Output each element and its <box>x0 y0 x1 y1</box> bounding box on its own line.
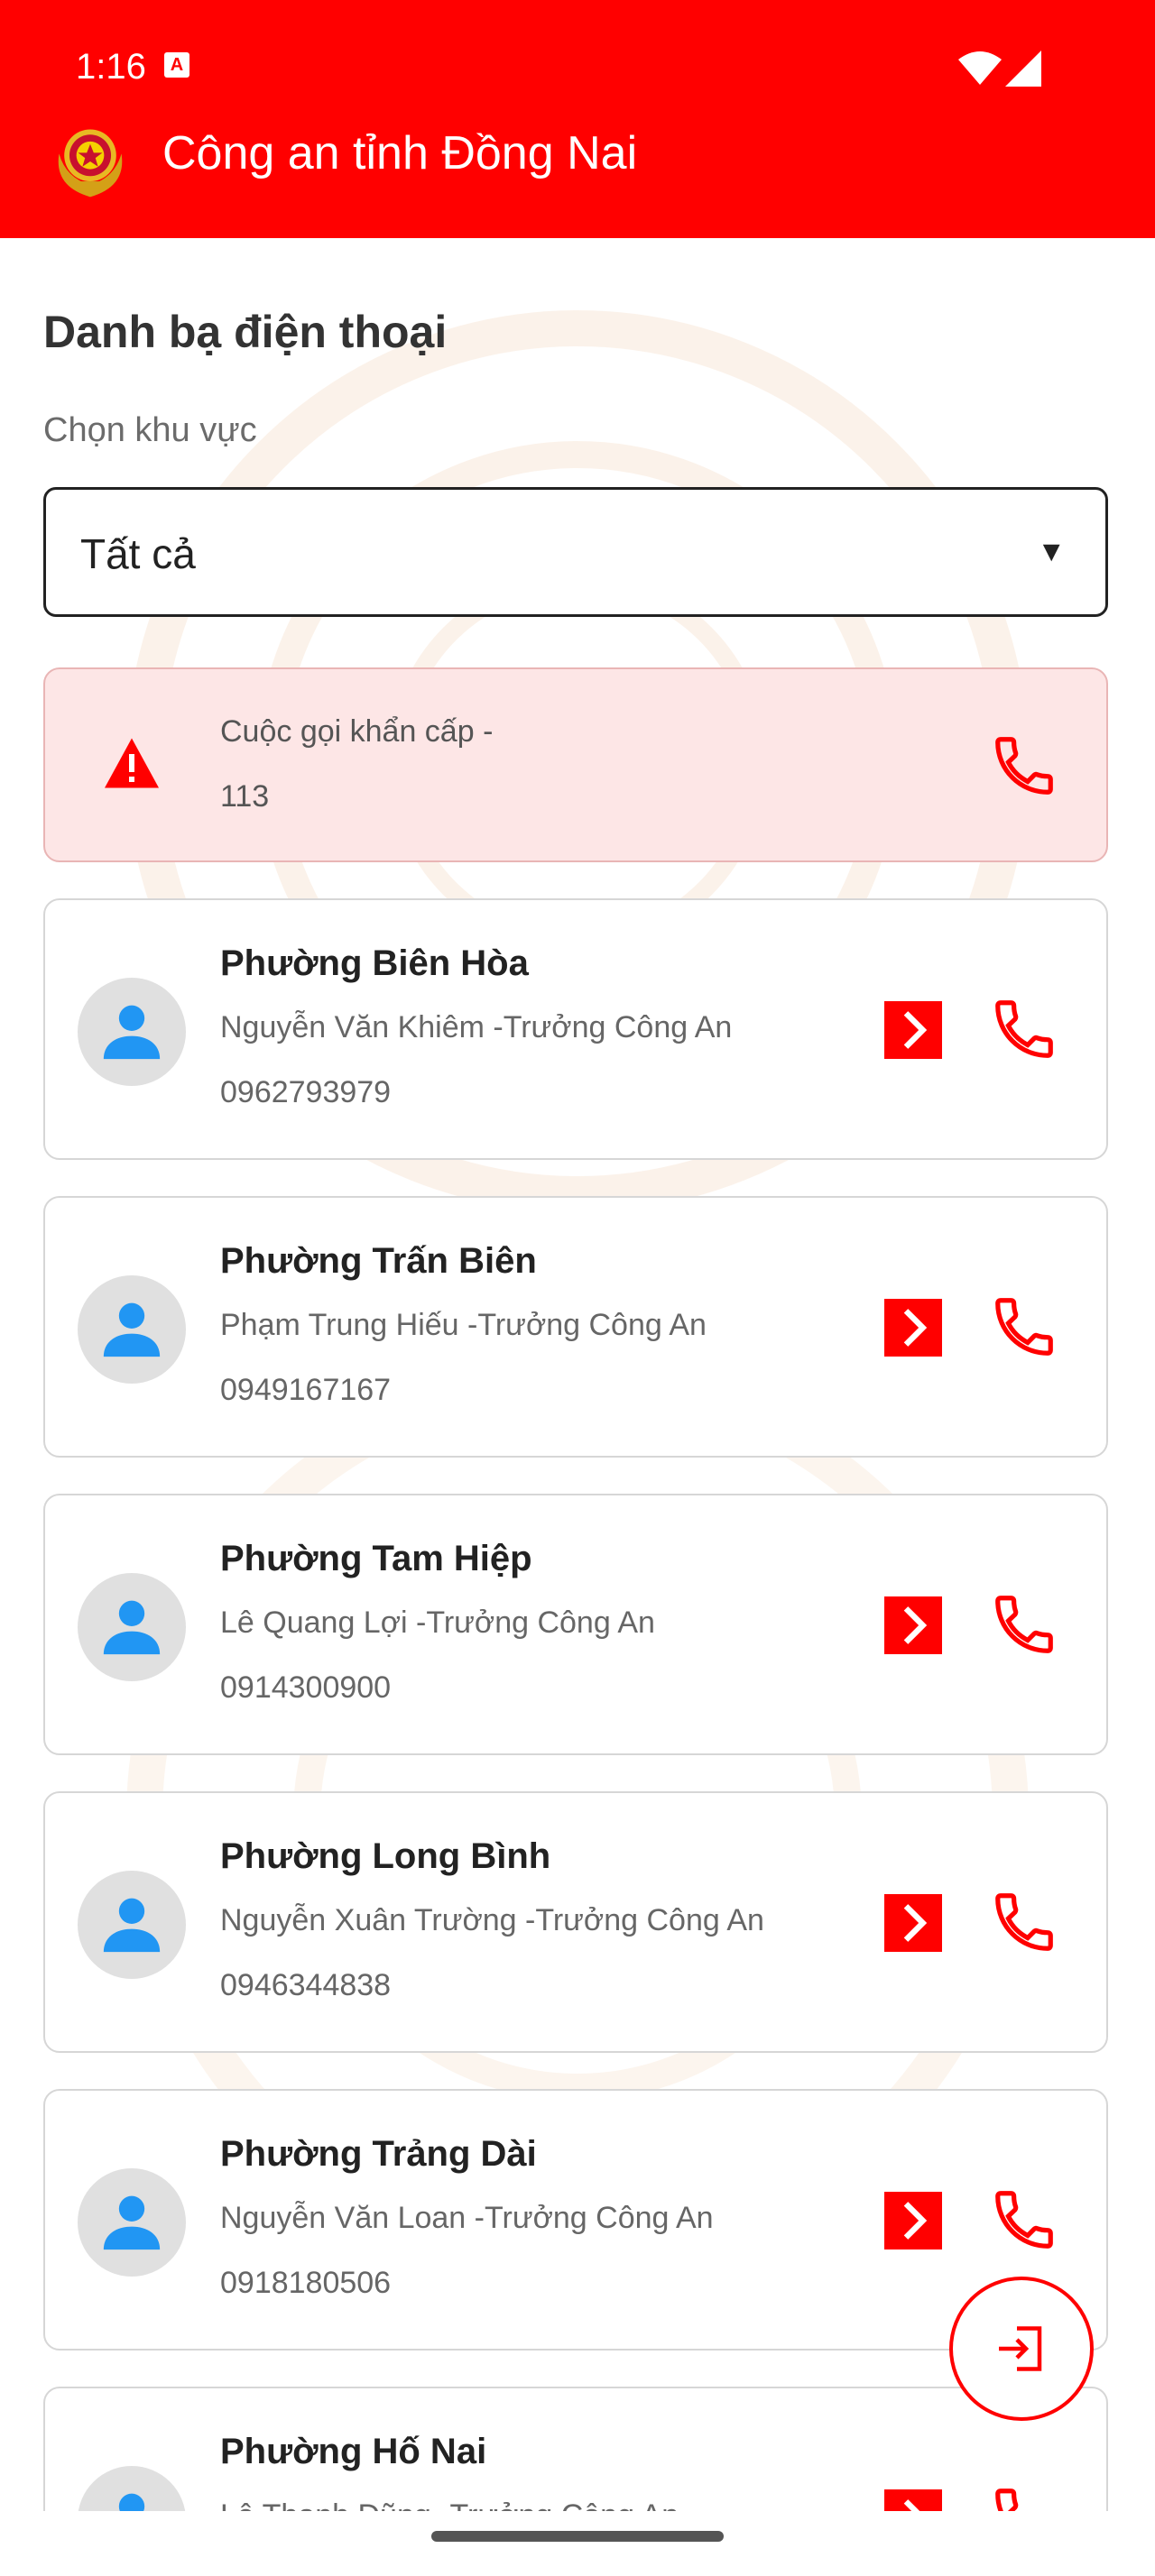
dropdown-arrow-icon: ▼ <box>1037 535 1066 567</box>
status-time: 1:16 <box>76 47 146 87</box>
chevron-right-icon <box>903 2499 920 2511</box>
phone-icon[interactable] <box>989 1887 1059 1957</box>
person-icon <box>103 1898 161 1953</box>
person-icon <box>118 2493 145 2511</box>
area-select[interactable]: Tất cả ▼ <box>43 487 1108 617</box>
police-emblem-icon <box>58 129 123 198</box>
contact-card[interactable]: Phường Trảng Dài Nguyễn Văn Loan -Trưởng… <box>43 2089 1108 2351</box>
avatar <box>78 2168 186 2277</box>
contact-ward: Phường Trảng Dài <box>220 2134 537 2174</box>
phone-icon[interactable] <box>989 2482 1059 2511</box>
detail-button[interactable] <box>884 1001 942 1059</box>
contact-ward: Phường Trấn Biên <box>220 1241 537 1281</box>
person-icon <box>103 2195 161 2250</box>
phone-icon[interactable] <box>989 1292 1059 1362</box>
warning-icon <box>105 738 159 788</box>
contact-name: Nguyễn Văn Khiêm -Trưởng Công An <box>220 1010 733 1044</box>
chevron-right-icon <box>903 2202 928 2240</box>
contact-card[interactable]: Phường Hố Nai Lê Thanh Dũng -Trưởng Công… <box>43 2387 1108 2511</box>
contact-name: Lê Thanh Dũng -Trưởng Công An <box>220 2498 679 2511</box>
contact-card[interactable]: Phường Tam Hiệp Lê Quang Lợi -Trưởng Côn… <box>43 1494 1108 1755</box>
gesture-navigation-bar <box>0 2511 1155 2576</box>
logout-icon <box>999 2326 1042 2371</box>
detail-button[interactable] <box>884 1894 942 1952</box>
chevron-right-icon <box>903 1011 928 1049</box>
home-handle[interactable] <box>431 2531 724 2542</box>
area-label: Chọn khu vực <box>43 411 257 449</box>
person-icon <box>103 1005 161 1060</box>
chevron-right-icon <box>903 1606 928 1644</box>
avatar <box>78 978 186 1086</box>
main-content: Danh bạ điện thoại Chọn khu vực Tất cả ▼… <box>0 238 1155 2511</box>
avatar <box>78 1871 186 1979</box>
app-title: Công an tỉnh Đồng Nai <box>162 127 638 179</box>
cell-signal-icon <box>1005 51 1041 87</box>
phone-icon[interactable] <box>989 731 1059 801</box>
chevron-right-icon <box>903 1309 928 1347</box>
contact-ward: Phường Tam Hiệp <box>220 1539 532 1578</box>
contact-name: Lê Quang Lợi -Trưởng Công An <box>220 1605 655 1640</box>
wifi-icon <box>958 51 1002 85</box>
contact-name: Nguyễn Văn Loan -Trưởng Công An <box>220 2201 714 2235</box>
contact-phone: 0914300900 <box>220 1670 392 1705</box>
detail-button[interactable] <box>884 1596 942 1654</box>
area-select-value: Tất cả <box>80 530 196 577</box>
emergency-call-card[interactable]: Cuộc gọi khẩn cấp - 113 <box>43 667 1108 862</box>
contact-card[interactable]: Phường Trấn Biên Phạm Trung Hiếu -Trưởng… <box>43 1196 1108 1458</box>
contact-name: Phạm Trung Hiếu -Trưởng Công An <box>220 1308 707 1342</box>
chevron-right-icon <box>903 1904 928 1942</box>
contact-phone: 0946344838 <box>220 1968 392 2002</box>
avatar <box>78 2466 186 2511</box>
contact-ward: Phường Biên Hòa <box>220 943 529 983</box>
page-title: Danh bạ điện thoại <box>43 307 448 357</box>
notification-icon: A <box>164 52 189 78</box>
contact-ward: Phường Long Bình <box>220 1836 551 1876</box>
detail-button[interactable] <box>884 2489 942 2511</box>
emergency-number: 113 <box>220 779 270 814</box>
person-icon <box>103 1302 161 1357</box>
avatar <box>78 1573 186 1681</box>
person-icon <box>103 1600 161 1655</box>
contact-card[interactable]: Phường Long Bình Nguyễn Xuân Trường -Trư… <box>43 1791 1108 2053</box>
contact-phone: 0962793979 <box>220 1075 392 1109</box>
contact-phone: 0918180506 <box>220 2266 392 2300</box>
detail-button[interactable] <box>884 1299 942 1357</box>
phone-icon[interactable] <box>989 1589 1059 1660</box>
phone-icon[interactable] <box>989 2185 1059 2255</box>
logout-button[interactable] <box>949 2277 1094 2421</box>
contact-phone: 0949167167 <box>220 1373 392 1407</box>
contact-name: Nguyễn Xuân Trường -Trưởng Công An <box>220 1903 764 1937</box>
contact-ward: Phường Hố Nai <box>220 2432 487 2471</box>
detail-button[interactable] <box>884 2192 942 2249</box>
contact-card[interactable]: Phường Biên Hòa Nguyễn Văn Khiêm -Trưởng… <box>43 898 1108 1160</box>
app-bar: Công an tỉnh Đồng Nai <box>0 99 1155 238</box>
phone-icon[interactable] <box>989 994 1059 1064</box>
emergency-label: Cuộc gọi khẩn cấp - <box>220 714 494 749</box>
avatar <box>78 1275 186 1384</box>
